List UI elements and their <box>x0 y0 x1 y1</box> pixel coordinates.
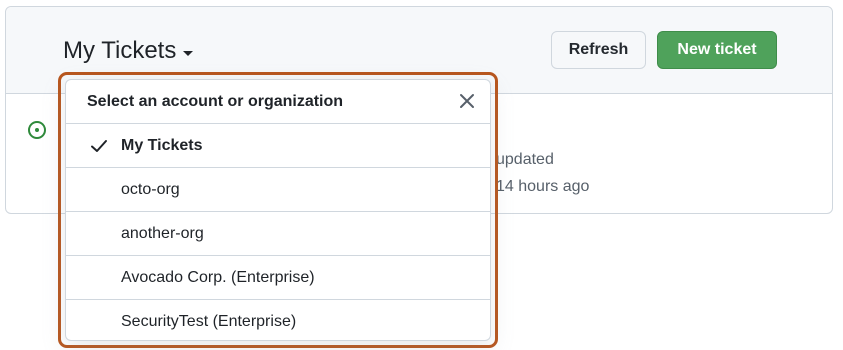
dropdown-item-label: SecurityTest (Enterprise) <box>121 313 297 330</box>
account-switcher[interactable]: My Tickets <box>63 37 194 65</box>
dropdown-item-octo-org[interactable]: octo-org <box>66 168 490 212</box>
dropdown-item-my-tickets[interactable]: My Tickets <box>66 124 490 168</box>
page-title: My Tickets <box>63 37 177 64</box>
dropdown-item-label: Avocado Corp. (Enterprise) <box>121 268 315 286</box>
dropdown-item-securitytest[interactable]: SecurityTest (Enterprise) <box>66 300 490 340</box>
caret-down-icon <box>183 50 194 56</box>
refresh-button[interactable]: Refresh <box>551 31 646 69</box>
dropdown-title: Select an account or organization <box>87 92 344 110</box>
ticket-meta-updated: updated <box>496 151 554 168</box>
ticket-meta-time: 14 hours ago <box>496 178 590 195</box>
account-dropdown: Select an account or organization My Tic… <box>65 79 491 341</box>
dropdown-item-label: octo-org <box>121 180 180 198</box>
close-icon[interactable] <box>458 92 476 110</box>
dropdown-item-label: another-org <box>121 224 204 242</box>
new-ticket-button[interactable]: New ticket <box>657 31 777 69</box>
dropdown-item-label: My Tickets <box>121 136 203 154</box>
check-icon <box>91 140 107 152</box>
dropdown-item-avocado-corp[interactable]: Avocado Corp. (Enterprise) <box>66 256 490 300</box>
issue-open-icon <box>28 121 46 139</box>
dropdown-item-another-org[interactable]: another-org <box>66 212 490 256</box>
dropdown-header: Select an account or organization <box>66 80 490 124</box>
